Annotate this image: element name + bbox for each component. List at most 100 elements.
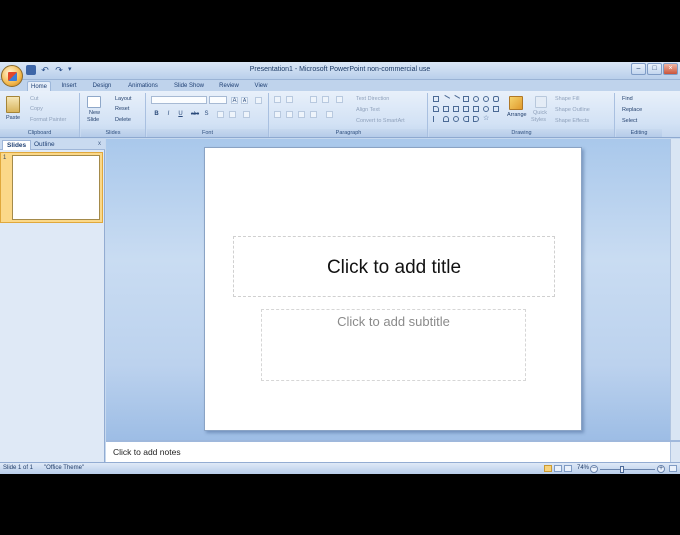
- star-shape-icon[interactable]: ☆: [483, 115, 489, 122]
- zoom-out-button[interactable]: −: [590, 465, 598, 473]
- line-shape-icon[interactable]: [441, 94, 451, 104]
- textbox-shape-icon[interactable]: [433, 96, 439, 102]
- curve-shape-icon[interactable]: [433, 116, 439, 122]
- office-button[interactable]: [1, 65, 23, 87]
- tab-insert[interactable]: Insert: [56, 81, 82, 91]
- font-size-box[interactable]: [209, 96, 227, 104]
- freeform-shape-icon[interactable]: [453, 116, 459, 122]
- grow-font-button[interactable]: A: [231, 97, 238, 104]
- paste-icon[interactable]: [6, 96, 20, 113]
- zoom-slider-track[interactable]: [600, 469, 655, 470]
- bullets-icon[interactable]: [274, 96, 281, 103]
- elbow-shape-icon[interactable]: [453, 106, 459, 112]
- notes-scrollbar[interactable]: [670, 442, 680, 462]
- paste-button[interactable]: Paste: [6, 115, 20, 121]
- shape-outline-button[interactable]: Shape Outline: [555, 107, 590, 113]
- notes-placeholder[interactable]: Click to add notes: [113, 447, 181, 457]
- convert-smartart-button[interactable]: Convert to SmartArt: [356, 118, 405, 124]
- triangle-shape-icon[interactable]: [433, 106, 439, 112]
- replace-button[interactable]: Replace: [622, 107, 642, 113]
- subtitle-placeholder[interactable]: Click to add subtitle: [261, 309, 526, 381]
- align-center-icon[interactable]: [286, 111, 293, 118]
- tab-home[interactable]: Home: [27, 81, 51, 91]
- smiley-shape-icon[interactable]: [483, 106, 489, 112]
- zoom-level[interactable]: 74%: [577, 465, 589, 471]
- slide-sorter-view-button[interactable]: [554, 465, 562, 472]
- tab-review[interactable]: Review: [214, 81, 244, 91]
- numbering-icon[interactable]: [286, 96, 293, 103]
- rectangle-shape-icon[interactable]: [463, 96, 469, 102]
- new-slide-label-2[interactable]: Slide: [87, 117, 99, 123]
- shape-fill-button[interactable]: Shape Fill: [555, 96, 579, 102]
- tab-slides[interactable]: Slides: [2, 140, 32, 150]
- tab-design[interactable]: Design: [88, 81, 116, 91]
- italic-button[interactable]: I: [165, 111, 172, 118]
- new-slide-label[interactable]: New: [89, 110, 100, 116]
- right-arrow-shape-icon[interactable]: [463, 106, 469, 112]
- text-direction-button[interactable]: Text Direction: [356, 96, 389, 102]
- slide-count-status: Slide 1 of 1: [3, 465, 34, 471]
- slide-canvas[interactable]: Click to add title Click to add subtitle: [204, 147, 582, 431]
- line-spacing-icon[interactable]: [336, 96, 343, 103]
- slide-show-view-button[interactable]: [564, 465, 572, 472]
- change-case-icon[interactable]: [229, 111, 236, 118]
- shape-effects-button[interactable]: Shape Effects: [555, 118, 589, 124]
- brace-right-shape-icon[interactable]: [473, 116, 479, 122]
- align-left-icon[interactable]: [274, 111, 281, 118]
- maximize-button[interactable]: □: [647, 63, 662, 75]
- zoom-slider-thumb[interactable]: [620, 466, 624, 473]
- strikethrough-button[interactable]: abc: [189, 111, 201, 118]
- vertical-scrollbar[interactable]: [670, 139, 680, 440]
- font-name-box[interactable]: [151, 96, 207, 104]
- notes-pane[interactable]: Click to add notes: [106, 440, 680, 462]
- format-painter-button[interactable]: Format Painter: [30, 117, 66, 123]
- circle-shape-icon[interactable]: [483, 96, 489, 102]
- title-placeholder[interactable]: Click to add title: [233, 236, 555, 297]
- tab-slide-show[interactable]: Slide Show: [168, 81, 210, 91]
- quick-styles-label[interactable]: Quick: [533, 110, 547, 116]
- zoom-in-button[interactable]: +: [657, 465, 665, 473]
- connector-shape-icon[interactable]: [443, 106, 449, 112]
- increase-indent-icon[interactable]: [322, 96, 329, 103]
- arrange-button[interactable]: Arrange: [507, 112, 527, 118]
- copy-button[interactable]: Copy: [30, 106, 43, 112]
- decrease-indent-icon[interactable]: [310, 96, 317, 103]
- minimize-button[interactable]: –: [631, 63, 646, 75]
- align-right-icon[interactable]: [298, 111, 305, 118]
- shadow-button[interactable]: S: [203, 111, 210, 118]
- slide-thumbnail[interactable]: [12, 155, 100, 220]
- close-pane-icon[interactable]: x: [98, 141, 101, 147]
- cross-shape-icon[interactable]: [493, 106, 499, 112]
- bold-button[interactable]: B: [153, 111, 160, 118]
- reset-button[interactable]: Reset: [115, 106, 129, 112]
- new-slide-icon[interactable]: [87, 96, 101, 108]
- rounded-rect-shape-icon[interactable]: [493, 96, 499, 102]
- down-arrow-shape-icon[interactable]: [473, 106, 479, 112]
- underline-button[interactable]: U: [177, 111, 184, 118]
- normal-view-button[interactable]: [544, 465, 552, 472]
- quick-styles-label-2[interactable]: Styles: [531, 117, 546, 123]
- arrange-icon[interactable]: [509, 96, 523, 110]
- oval-shape-icon[interactable]: [473, 96, 479, 102]
- tab-animations[interactable]: Animations: [122, 81, 164, 91]
- cut-button[interactable]: Cut: [30, 96, 39, 102]
- layout-button[interactable]: Layout: [115, 96, 132, 102]
- columns-icon[interactable]: [326, 111, 333, 118]
- tab-view[interactable]: View: [248, 81, 274, 91]
- tab-outline[interactable]: Outline: [30, 140, 59, 150]
- fit-to-window-button[interactable]: [669, 465, 677, 472]
- arc-shape-icon[interactable]: [443, 116, 449, 122]
- quick-styles-icon[interactable]: [535, 96, 547, 108]
- align-text-button[interactable]: Align Text: [356, 107, 380, 113]
- char-spacing-icon[interactable]: [217, 111, 224, 118]
- arrow-shape-icon[interactable]: [451, 94, 461, 104]
- select-button[interactable]: Select: [622, 118, 637, 124]
- justify-icon[interactable]: [310, 111, 317, 118]
- close-button[interactable]: ×: [663, 63, 678, 75]
- find-button[interactable]: Find: [622, 96, 633, 102]
- shrink-font-button[interactable]: A: [241, 97, 248, 104]
- font-color-icon[interactable]: [243, 111, 250, 118]
- brace-left-shape-icon[interactable]: [463, 116, 469, 122]
- clear-format-icon[interactable]: [255, 97, 262, 104]
- delete-button[interactable]: Delete: [115, 117, 131, 123]
